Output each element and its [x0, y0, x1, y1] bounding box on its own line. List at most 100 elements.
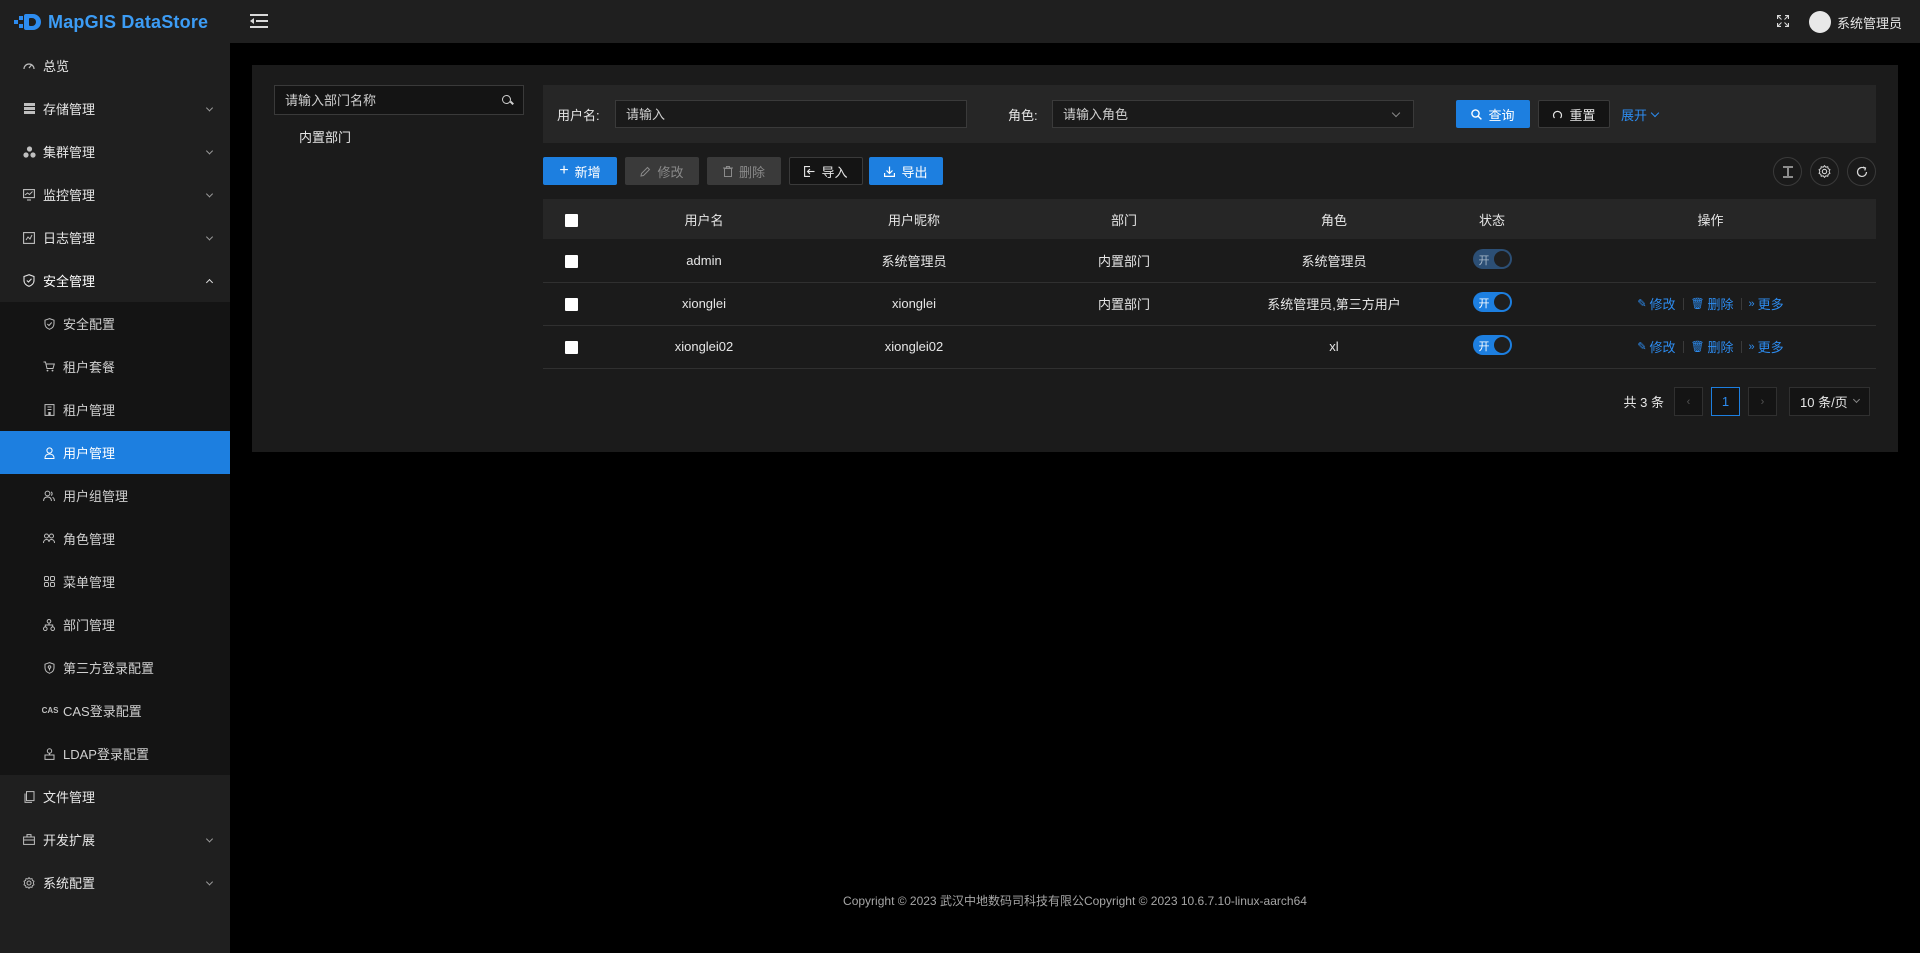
chevron-down-icon — [205, 232, 214, 241]
cell-nickname: 系统管理员 — [881, 253, 947, 269]
trash-icon: 🗑 — [1690, 298, 1705, 310]
sidebar-item-log[interactable]: 日志管理 — [0, 216, 230, 259]
prev-page-button[interactable]: ‹ — [1674, 387, 1703, 416]
user-menu[interactable]: 系统管理员 — [1808, 11, 1902, 33]
page-size-select[interactable]: 10 条/页 — [1789, 387, 1870, 416]
cell-nickname: xionglei02 — [884, 339, 944, 354]
dept-search-input[interactable] — [285, 92, 502, 108]
row-edit-label: 修改 — [1649, 297, 1676, 312]
select-all-checkbox[interactable] — [564, 213, 578, 227]
sidebar: MapGIS DataStore 总览 存储管理 集群管理 监控管理 日志管理 — [0, 0, 230, 953]
cell-actions: ✎ 修改 🗑 删除 » 更多 — [1545, 282, 1876, 325]
next-page-button[interactable]: › — [1748, 387, 1777, 416]
query-button[interactable]: 查询 — [1456, 100, 1530, 128]
app-title: MapGIS DataStore — [48, 11, 209, 32]
row-edit-link[interactable]: ✎ 修改 — [1637, 294, 1675, 313]
status-toggle[interactable]: 开 — [1472, 248, 1512, 269]
row-edit-link[interactable]: ✎ 修改 — [1637, 337, 1675, 356]
sidebar-item-tenant-package[interactable]: 租户套餐 — [0, 345, 230, 388]
sidebar-item-role-manage[interactable]: 角色管理 — [0, 517, 230, 560]
fullscreen-icon[interactable] — [1776, 14, 1790, 28]
security-submenu: 安全配置 租户套餐 租户管理 用户管理 用户组管理 角色管理 菜单管理 部门管理… — [0, 302, 230, 775]
status-toggle[interactable]: 开 — [1472, 335, 1512, 355]
sidebar-item-overview[interactable]: 总览 — [0, 44, 230, 87]
select-all-cell — [543, 199, 599, 239]
column-header-role[interactable]: 角色 — [1229, 199, 1439, 239]
sidebar-item-storage[interactable]: 存储管理 — [0, 87, 230, 130]
sidebar-item-user-group[interactable]: 用户组管理 — [0, 474, 230, 517]
dashboard-icon — [22, 59, 36, 73]
sidebar-item-dev-extension[interactable]: 开发扩展 — [0, 818, 230, 861]
reload-icon[interactable] — [1847, 157, 1876, 186]
building-icon — [43, 403, 55, 416]
sidebar-item-cluster[interactable]: 集群管理 — [0, 130, 230, 173]
reset-button[interactable]: 重置 — [1538, 100, 1610, 128]
row-delete-link[interactable]: 🗑 删除 — [1691, 294, 1734, 313]
app-logo[interactable]: MapGIS DataStore — [0, 0, 230, 44]
cell-role: xl — [1329, 339, 1339, 354]
sidebar-item-security[interactable]: 安全管理 — [0, 259, 230, 302]
row-checkbox[interactable] — [564, 254, 578, 268]
sidebar-item-dept-manage[interactable]: 部门管理 — [0, 603, 230, 646]
sidebar-item-file[interactable]: 文件管理 — [0, 775, 230, 818]
username-input[interactable] — [626, 106, 956, 122]
row-more-link[interactable]: » 更多 — [1749, 337, 1784, 356]
org-tree-icon — [43, 618, 55, 631]
add-button-label: 新增 — [574, 164, 601, 180]
delete-button[interactable]: 删除 — [707, 157, 781, 185]
sidebar-item-cas-login[interactable]: CAS CAS登录配置 — [0, 689, 230, 732]
dept-tree-panel: 内置部门 — [274, 85, 524, 146]
page-number[interactable]: 1 — [1711, 387, 1740, 416]
import-button[interactable]: 导入 — [789, 157, 863, 185]
sidebar-item-system-config[interactable]: 系统配置 — [0, 861, 230, 904]
chevron-down-icon — [1852, 395, 1861, 404]
cell-role: 系统管理员 — [1301, 253, 1367, 269]
sidebar-item-third-party-login[interactable]: 第三方登录配置 — [0, 646, 230, 689]
column-height-icon[interactable] — [1773, 157, 1802, 186]
column-header-status[interactable]: 状态 — [1439, 199, 1545, 239]
sidebar-menu-bottom: 文件管理 开发扩展 系统配置 — [0, 775, 230, 904]
column-header-nickname[interactable]: 用户昵称 — [809, 199, 1019, 239]
sidebar-item-tenant-manage[interactable]: 租户管理 — [0, 388, 230, 431]
sidebar-item-ldap-login[interactable]: LDAP登录配置 — [0, 732, 230, 775]
user-name: 系统管理员 — [1836, 15, 1902, 31]
status-toggle-label: 开 — [1478, 254, 1490, 267]
chevron-down-icon — [1650, 108, 1660, 118]
sidebar-item-user-manage[interactable]: 用户管理 — [0, 431, 230, 474]
sidebar-item-label: 用户管理 — [63, 446, 116, 461]
cell-role: 系统管理员,第三方用户 — [1267, 297, 1401, 312]
edit-button[interactable]: 修改 — [625, 157, 699, 185]
row-checkbox[interactable] — [564, 298, 578, 312]
log-icon — [22, 231, 36, 245]
pencil-icon: ✎ — [1637, 298, 1647, 310]
cas-icon: CAS — [41, 706, 59, 715]
settings-icon[interactable] — [1810, 157, 1839, 186]
sidebar-item-label: LDAP登录配置 — [63, 747, 149, 762]
user-icon — [43, 446, 55, 459]
pagination: 共 3 条 ‹ 1 › 10 条/页 — [1624, 387, 1870, 416]
sidebar-item-label: 部门管理 — [63, 618, 116, 633]
export-button[interactable]: 导出 — [869, 157, 943, 185]
sidebar-item-menu-manage[interactable]: 菜单管理 — [0, 560, 230, 603]
column-header-username[interactable]: 用户名 — [599, 199, 809, 239]
row-checkbox[interactable] — [564, 341, 578, 355]
row-more-link[interactable]: » 更多 — [1749, 294, 1784, 313]
edit-button-label: 修改 — [657, 164, 684, 180]
role-select[interactable] — [1052, 100, 1414, 128]
tree-node-builtin-dept[interactable]: 内置部门 — [274, 127, 524, 146]
search-icon[interactable] — [502, 94, 513, 106]
expand-filter-link[interactable]: 展开 — [1621, 105, 1660, 124]
menu-collapse-icon[interactable] — [250, 14, 268, 28]
cell-nickname: xionglei — [891, 296, 937, 311]
add-button[interactable]: + 新增 — [543, 157, 617, 185]
status-toggle-label: 开 — [1478, 298, 1490, 310]
sidebar-item-security-config[interactable]: 安全配置 — [0, 302, 230, 345]
role-input[interactable] — [1063, 106, 1403, 122]
row-delete-link[interactable]: 🗑 删除 — [1691, 337, 1734, 356]
column-header-dept[interactable]: 部门 — [1019, 199, 1229, 239]
footer-copyright: Copyright © 2023 武汉中地数码司科技有限公Copyright ©… — [843, 894, 1307, 908]
sidebar-item-label: 租户管理 — [63, 403, 116, 418]
status-toggle[interactable]: 开 — [1472, 292, 1512, 312]
sidebar-item-label: 安全配置 — [63, 317, 116, 332]
sidebar-item-monitor[interactable]: 监控管理 — [0, 173, 230, 216]
